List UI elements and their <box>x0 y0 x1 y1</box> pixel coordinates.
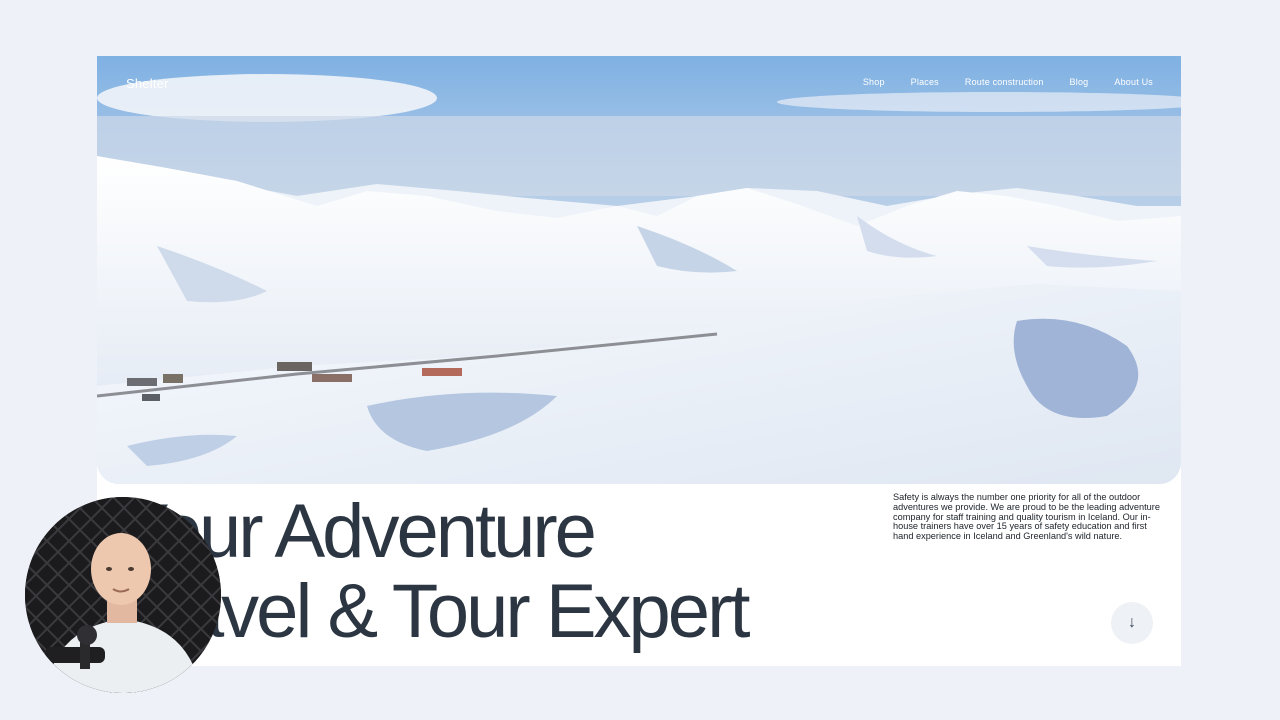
scroll-down-button[interactable]: ↓ <box>1111 602 1153 644</box>
snowy-mountains-image <box>97 56 1181 484</box>
nav-item-places[interactable]: Places <box>911 77 939 87</box>
site-logo[interactable]: Shelter <box>126 76 169 91</box>
hero-image: Shelter Shop Places Route construction B… <box>97 56 1181 484</box>
nav-item-about-us[interactable]: About Us <box>1114 77 1153 87</box>
main-nav: Shop Places Route construction Blog Abou… <box>863 77 1153 87</box>
nav-item-route-construction[interactable]: Route construction <box>965 77 1044 87</box>
arrow-down-icon: ↓ <box>1128 614 1136 631</box>
nav-item-blog[interactable]: Blog <box>1070 77 1089 87</box>
nav-item-shop[interactable]: Shop <box>863 77 885 87</box>
website-frame: Shelter Shop Places Route construction B… <box>97 56 1181 666</box>
hero-description: Safety is always the number one priority… <box>893 492 1160 542</box>
presenter-image <box>25 497 221 693</box>
presenter-webcam <box>25 497 221 693</box>
